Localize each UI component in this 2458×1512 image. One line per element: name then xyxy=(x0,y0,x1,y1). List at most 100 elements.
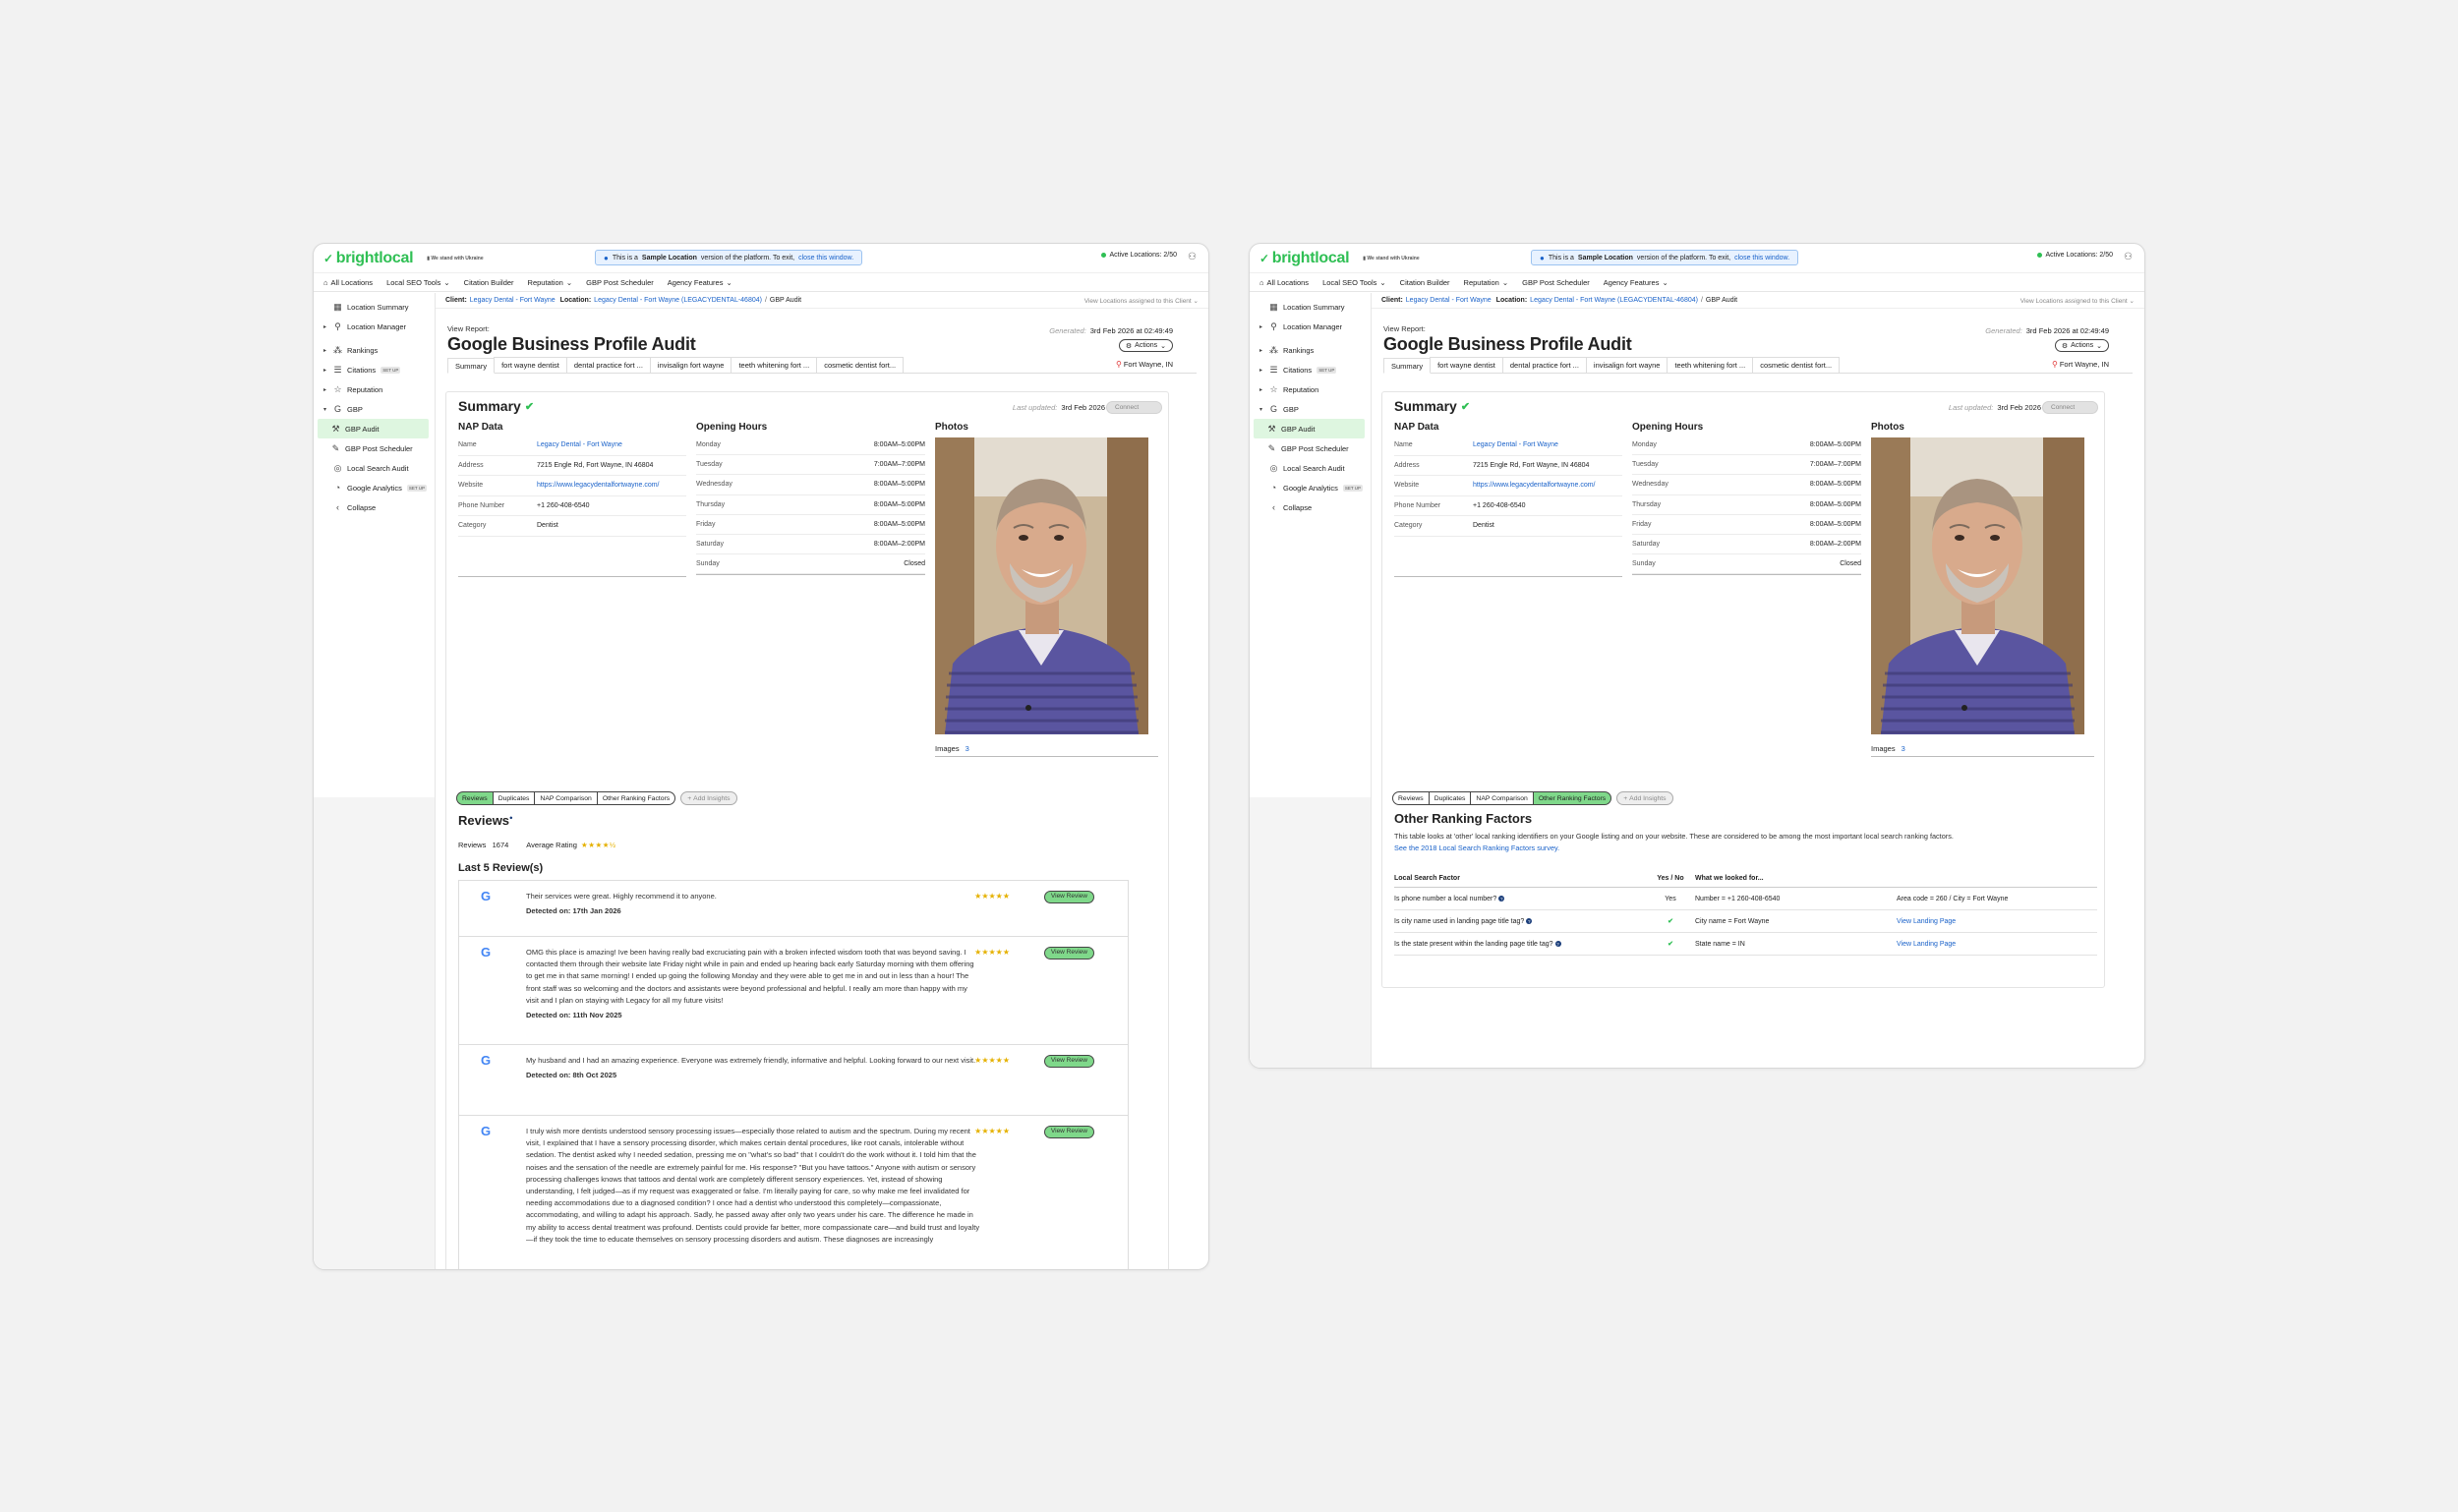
insight-tab-nap-comparison[interactable]: NAP Comparison xyxy=(1470,791,1534,805)
insight-tab-reviews[interactable]: Reviews xyxy=(1392,791,1430,805)
tab-summary[interactable]: Summary xyxy=(1383,358,1432,374)
view-landing-page-link[interactable]: View Landing Page xyxy=(1897,941,2097,948)
nav-reputation[interactable]: Reputation ⌄ xyxy=(1464,278,1509,287)
tab-keyword[interactable]: fort wayne dentist xyxy=(494,357,567,373)
sidebar-collapse[interactable]: ‹ Collapse xyxy=(1250,497,1371,517)
nav-reputation[interactable]: Reputation ⌄ xyxy=(528,278,573,287)
sidebar-item-location-summary[interactable]: ▦ Location Summary xyxy=(314,297,435,317)
connect-button[interactable]: Connect xyxy=(1106,401,1162,414)
images-count-link[interactable]: 3 xyxy=(1902,744,1905,753)
hours-row: Thursday 8:00AM–5:00PM xyxy=(1632,495,1861,515)
actions-button[interactable]: ⚙ Actions ⌄ xyxy=(2054,339,2109,352)
tab-keyword[interactable]: cosmetic dentist fort... xyxy=(1752,357,1841,373)
view-review-button[interactable]: View Review xyxy=(1043,891,1094,903)
website-link[interactable]: https://www.legacydentalfortwayne.com/ xyxy=(1473,482,1596,489)
sidebar-item-gbp-post-scheduler[interactable]: ✎ GBP Post Scheduler xyxy=(314,438,435,458)
business-photo[interactable] xyxy=(1871,437,2084,734)
sidebar-item-reputation[interactable]: ▸ ☆ Reputation xyxy=(1250,379,1371,399)
question-icon[interactable]: ? xyxy=(1554,941,1561,947)
nav-local-seo-tools[interactable]: Local SEO Tools ⌄ xyxy=(386,278,450,287)
user-icon[interactable]: ⚇ xyxy=(1188,252,1197,262)
sidebar-collapse[interactable]: ‹ Collapse xyxy=(314,497,435,517)
sidebar-item-google-analytics[interactable]: ◔ Google Analytics SET UP xyxy=(314,478,435,497)
tab-keyword[interactable]: cosmetic dentist fort... xyxy=(816,357,905,373)
client-link[interactable]: Legacy Dental - Fort Wayne xyxy=(1406,297,1492,304)
sidebar-item-location-summary[interactable]: ▦ Location Summary xyxy=(1250,297,1371,317)
sidebar-item-reputation[interactable]: ▸ ☆ Reputation xyxy=(314,379,435,399)
tab-keyword[interactable]: dental practice fort ... xyxy=(565,357,651,373)
location-link[interactable]: Legacy Dental - Fort Wayne (LEGACYDENTAL… xyxy=(594,297,762,304)
insight-tab-duplicates[interactable]: Duplicates xyxy=(1428,791,1472,805)
tab-keyword[interactable]: dental practice fort ... xyxy=(1501,357,1587,373)
business-name-link[interactable]: Legacy Dental - Fort Wayne xyxy=(537,441,622,448)
hours: 8:00AM–5:00PM xyxy=(1809,520,1861,528)
business-name-link[interactable]: Legacy Dental - Fort Wayne xyxy=(1473,441,1558,448)
insight-tab-reviews[interactable]: Reviews xyxy=(456,791,494,805)
main-content: Client: Legacy Dental - Fort Wayne Locat… xyxy=(436,293,1208,1269)
view-review-button[interactable]: View Review xyxy=(1043,1055,1094,1068)
images-count-link[interactable]: 3 xyxy=(966,744,969,753)
close-window-link[interactable]: close this window. xyxy=(1734,255,1789,262)
add-insights-button[interactable]: + Add Insights xyxy=(680,791,737,805)
breadcrumb: Client: Legacy Dental - Fort Wayne Locat… xyxy=(1372,293,2144,309)
tab-keyword[interactable]: fort wayne dentist xyxy=(1430,357,1503,373)
question-icon[interactable]: ? xyxy=(1498,896,1505,901)
sidebar-item-label: GBP Audit xyxy=(1281,424,1316,434)
sidebar-item-citations[interactable]: ▸ ☰ Citations SET UP xyxy=(1250,360,1371,379)
insight-tab-duplicates[interactable]: Duplicates xyxy=(492,791,536,805)
tab-keyword[interactable]: invisalign fort wayne xyxy=(1585,357,1668,373)
nav-citation-builder[interactable]: Citation Builder xyxy=(1400,278,1450,287)
brightlocal-logo[interactable]: ✓ brightlocal xyxy=(323,250,414,267)
tab-summary[interactable]: Summary xyxy=(447,358,496,374)
sidebar-item-local-search-audit[interactable]: ◎ Local Search Audit xyxy=(314,458,435,478)
nav-local-seo-tools[interactable]: Local SEO Tools ⌄ xyxy=(1322,278,1386,287)
sidebar-item-rankings[interactable]: ▸ ⁂ Rankings xyxy=(1250,340,1371,360)
view-locations-dropdown[interactable]: View Locations assigned to this Client ⌄ xyxy=(1084,297,1199,305)
brightlocal-logo[interactable]: ✓ brightlocal xyxy=(1259,250,1350,267)
business-photo[interactable] xyxy=(935,437,1148,734)
sidebar-item-gbp-audit[interactable]: ⚒ GBP Audit xyxy=(1254,419,1365,438)
view-locations-dropdown[interactable]: View Locations assigned to this Client ⌄ xyxy=(2020,297,2135,305)
sidebar-item-citations[interactable]: ▸ ☰ Citations SET UP xyxy=(314,360,435,379)
sidebar-item-gbp-audit[interactable]: ⚒ GBP Audit xyxy=(318,419,429,438)
view-review-button[interactable]: View Review xyxy=(1043,1126,1094,1138)
sidebar-item-gbp[interactable]: ▾ G GBP xyxy=(1250,399,1371,419)
sidebar-item-gbp[interactable]: ▾ G GBP xyxy=(314,399,435,419)
actions-button[interactable]: ⚙ Actions ⌄ xyxy=(1118,339,1173,352)
nav-citation-builder[interactable]: Citation Builder xyxy=(464,278,514,287)
sidebar-item-location-manager[interactable]: ▸ ⚲ Location Manager xyxy=(314,317,435,336)
insight-tab-other-ranking-factors[interactable]: Other Ranking Factors xyxy=(596,791,676,805)
client-link[interactable]: Legacy Dental - Fort Wayne xyxy=(470,297,556,304)
add-insights-button[interactable]: + Add Insights xyxy=(1616,791,1673,805)
question-icon[interactable]: ? xyxy=(1526,918,1533,924)
sidebar-item-location-manager[interactable]: ▸ ⚲ Location Manager xyxy=(1250,317,1371,336)
nav-gbp-post-scheduler[interactable]: GBP Post Scheduler xyxy=(586,278,654,287)
nav-agency-features[interactable]: Agency Features ⌄ xyxy=(668,278,732,287)
chevron-down-icon: ⌄ xyxy=(1662,277,1668,287)
location-link[interactable]: Legacy Dental - Fort Wayne (LEGACYDENTAL… xyxy=(1530,297,1698,304)
view-review-button[interactable]: View Review xyxy=(1043,947,1094,960)
ukraine-note-text: We stand with Ukraine xyxy=(1367,255,1420,262)
sidebar-item-google-analytics[interactable]: ◔ Google Analytics SET UP xyxy=(1250,478,1371,497)
user-icon[interactable]: ⚇ xyxy=(2124,252,2133,262)
insight-tab-other-ranking-factors[interactable]: Other Ranking Factors xyxy=(1532,791,1612,805)
tab-keyword[interactable]: teeth whitening fort ... xyxy=(1667,357,1754,373)
tab-keyword[interactable]: invisalign fort wayne xyxy=(649,357,732,373)
sidebar-item-rankings[interactable]: ▸ ⁂ Rankings xyxy=(314,340,435,360)
website-link[interactable]: https://www.legacydentalfortwayne.com/ xyxy=(537,482,660,489)
insight-tab-nap-comparison[interactable]: NAP Comparison xyxy=(534,791,598,805)
tab-keyword[interactable]: teeth whitening fort ... xyxy=(731,357,818,373)
view-landing-page-link[interactable]: View Landing Page xyxy=(1897,918,2097,925)
nav-all-locations[interactable]: ⌂ All Locations xyxy=(323,278,373,287)
nav-gbp-post-scheduler[interactable]: GBP Post Scheduler xyxy=(1522,278,1590,287)
info-icon[interactable]: ● xyxy=(509,816,513,822)
chevron-left-icon: ‹ xyxy=(336,502,339,512)
close-window-link[interactable]: close this window. xyxy=(798,255,853,262)
audit-icon: ◎ xyxy=(333,462,342,473)
sidebar-item-gbp-post-scheduler[interactable]: ✎ GBP Post Scheduler xyxy=(1250,438,1371,458)
nav-all-locations[interactable]: ⌂ All Locations xyxy=(1259,278,1309,287)
connect-button[interactable]: Connect xyxy=(2042,401,2098,414)
nav-agency-features[interactable]: Agency Features ⌄ xyxy=(1604,278,1668,287)
ranking-factors-survey-link[interactable]: See the 2018 Local Search Ranking Factor… xyxy=(1394,843,2073,854)
sidebar-item-local-search-audit[interactable]: ◎ Local Search Audit xyxy=(1250,458,1371,478)
